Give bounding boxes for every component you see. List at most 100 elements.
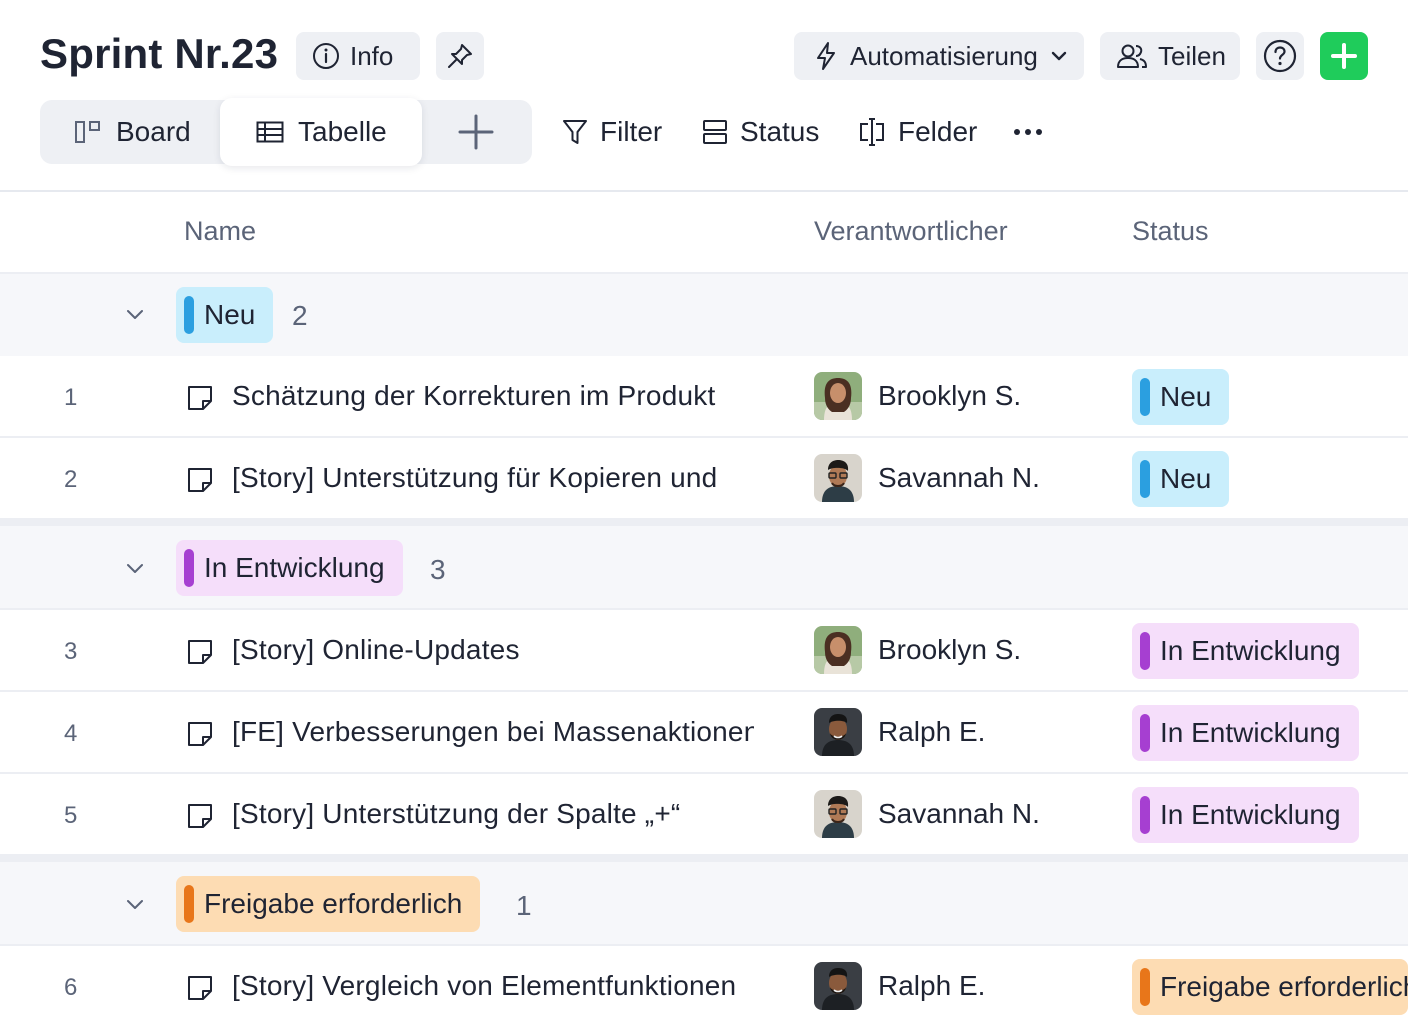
pin-icon <box>448 44 472 68</box>
status-label: Status <box>740 116 820 147</box>
status-color-bar <box>184 296 194 334</box>
status-badge-label: Neu <box>1160 381 1212 412</box>
group-tag: Neu <box>176 287 274 343</box>
board-icon <box>75 121 100 143</box>
toolbar-divider <box>0 190 1408 192</box>
column-header-name[interactable]: Name <box>184 216 256 247</box>
fields-button[interactable]: Felder <box>858 108 977 156</box>
task-name[interactable]: [Story] Vergleich von Elementfunktionen <box>232 970 754 1002</box>
group-header-in-entwicklung[interactable]: In Entwicklung 3 <box>0 526 1408 608</box>
avatar <box>814 708 862 756</box>
task-name[interactable]: [Story] Unterstützung der Spalte „+“ <box>232 798 754 830</box>
more-options-button[interactable] <box>1012 108 1044 156</box>
assignee-name[interactable]: Ralph E. <box>878 716 985 748</box>
plus-icon <box>458 114 494 150</box>
status-color-bar <box>184 549 194 587</box>
assignee-name[interactable]: Brooklyn S. <box>878 380 1021 412</box>
tab-table[interactable]: Tabelle <box>220 98 422 166</box>
automation-dropdown[interactable]: Automatisierung <box>794 32 1084 80</box>
status-badge[interactable]: Neu <box>1132 451 1230 507</box>
status-color-bar <box>1140 632 1150 670</box>
status-color-bar <box>1140 460 1150 498</box>
column-header-status[interactable]: Status <box>1132 216 1209 247</box>
column-header-assignee[interactable]: Verantwortlicher <box>814 216 1008 247</box>
task-name[interactable]: [Story] Unterstützung für Kopieren und <box>232 462 754 494</box>
table-icon <box>256 121 284 143</box>
avatar <box>814 962 862 1010</box>
task-icon <box>188 804 212 828</box>
status-badge[interactable]: In Entwicklung <box>1132 787 1359 843</box>
group-count: 1 <box>516 890 532 921</box>
group-count: 3 <box>430 554 446 585</box>
task-name[interactable]: Schätzung der Korrekturen im Produkt <box>232 380 754 412</box>
fields-label: Felder <box>898 116 978 147</box>
status-color-bar <box>184 885 194 923</box>
avatar <box>814 372 862 420</box>
status-color-bar <box>1140 968 1150 1006</box>
status-badge-label: In Entwicklung <box>1160 635 1341 666</box>
group-header-freigabe-erforderlich[interactable]: Freigabe erforderlich 1 <box>0 862 1408 944</box>
group-header-neu[interactable]: Neu 2 <box>0 274 1408 356</box>
tab-board[interactable]: Board <box>74 100 191 164</box>
assignee-name[interactable]: Savannah N. <box>878 462 1040 494</box>
task-icon <box>188 722 212 746</box>
help-button[interactable] <box>1256 32 1304 80</box>
task-icon <box>188 640 212 664</box>
table-row[interactable]: 6 [Story] Vergleich von Elementfunktione… <box>0 946 1408 1028</box>
view-switcher: Board Tabelle <box>40 98 532 166</box>
status-badge[interactable]: Neu <box>1132 369 1230 425</box>
add-view-button[interactable] <box>456 100 496 164</box>
avatar <box>814 626 862 674</box>
row-number: 2 <box>64 466 78 493</box>
status-badge[interactable]: In Entwicklung <box>1132 705 1359 761</box>
group-label: Neu <box>204 299 256 330</box>
avatar <box>814 454 862 502</box>
plus-icon <box>1331 43 1357 69</box>
lightning-icon <box>817 42 835 70</box>
row-number: 3 <box>64 638 78 665</box>
group-label: Freigabe erforderlich <box>204 888 463 919</box>
users-icon <box>1117 44 1147 68</box>
add-item-button[interactable] <box>1320 32 1368 80</box>
filter-label: Filter <box>600 116 663 147</box>
group-separator <box>0 518 1408 526</box>
chevron-down-icon <box>1051 51 1067 61</box>
share-label: Teilen <box>1158 40 1226 71</box>
status-badge[interactable]: In Entwicklung <box>1132 623 1359 679</box>
status-badge[interactable]: Freigabe erforderlich <box>1132 959 1408 1015</box>
task-icon <box>188 386 212 410</box>
status-color-bar <box>1140 796 1150 834</box>
assignee-name[interactable]: Brooklyn S. <box>878 634 1021 666</box>
filter-button[interactable]: Filter <box>562 108 662 156</box>
chevron-down-icon[interactable] <box>124 896 146 912</box>
chevron-down-icon[interactable] <box>124 560 146 576</box>
assignee-name[interactable]: Ralph E. <box>878 970 985 1002</box>
assignee-name[interactable]: Savannah N. <box>878 798 1040 830</box>
group-tag: Freigabe erforderlich <box>176 876 481 932</box>
table-row[interactable]: 2 [Story] Unterstützung für Kopieren und… <box>0 438 1408 520</box>
info-button[interactable]: Info <box>296 32 420 80</box>
task-name[interactable]: [FE] Verbesserungen bei Massenaktionen <box>232 716 754 748</box>
table-row[interactable]: 3 [Story] Online-Updates Brooklyn S. In … <box>0 610 1408 692</box>
status-badge-label: In Entwicklung <box>1160 799 1341 830</box>
chevron-down-icon[interactable] <box>124 306 146 322</box>
row-number: 5 <box>64 802 78 829</box>
avatar <box>814 790 862 838</box>
table-row[interactable]: 1 Schätzung der Korrekturen im Produkt B… <box>0 356 1408 438</box>
tab-table-label: Tabelle <box>298 116 387 147</box>
status-group-button[interactable]: Status <box>702 108 819 156</box>
row-number: 1 <box>64 384 78 411</box>
group-tag: In Entwicklung <box>176 540 403 596</box>
table-row[interactable]: 5 [Story] Unterstützung der Spalte „+“ S… <box>0 774 1408 856</box>
table-row[interactable]: 4 [FE] Verbesserungen bei Massenaktionen… <box>0 692 1408 774</box>
task-name[interactable]: [Story] Online-Updates <box>232 634 754 666</box>
status-badge-label: Neu <box>1160 463 1212 494</box>
columns-icon <box>860 118 884 146</box>
group-label: In Entwicklung <box>204 552 385 583</box>
info-icon <box>313 43 339 69</box>
share-button[interactable]: Teilen <box>1100 32 1240 80</box>
pin-button[interactable] <box>436 32 484 80</box>
status-badge-label: Freigabe erforderlich <box>1160 971 1408 1002</box>
status-color-bar <box>1140 714 1150 752</box>
question-icon <box>1263 39 1297 73</box>
